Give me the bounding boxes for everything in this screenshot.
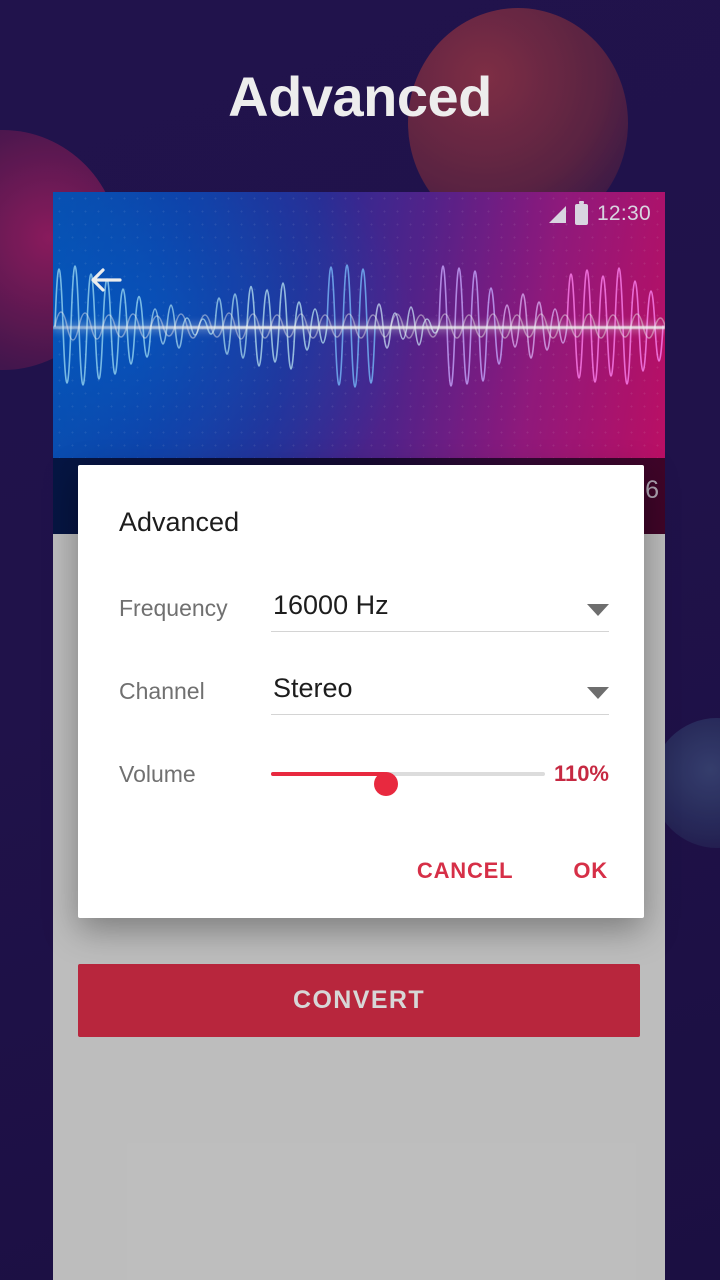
chevron-down-icon bbox=[587, 604, 609, 616]
ok-button[interactable]: OK bbox=[569, 850, 612, 892]
frequency-label: Frequency bbox=[119, 595, 271, 632]
volume-slider-thumb[interactable] bbox=[374, 772, 398, 796]
cancel-button[interactable]: CANCEL bbox=[413, 850, 517, 892]
channel-select[interactable]: Stereo bbox=[271, 673, 609, 715]
volume-slider-track bbox=[271, 772, 545, 776]
dialog-actions: CANCEL OK bbox=[413, 850, 612, 892]
volume-slider-fill bbox=[271, 772, 386, 776]
chevron-down-icon bbox=[587, 687, 609, 699]
frequency-select[interactable]: 16000 Hz bbox=[271, 590, 609, 632]
channel-label: Channel bbox=[119, 678, 271, 715]
advanced-dialog: Advanced Frequency 16000 Hz Channel Ster… bbox=[78, 465, 644, 918]
frequency-value: 16000 Hz bbox=[273, 590, 579, 621]
frequency-field: Frequency 16000 Hz bbox=[119, 590, 609, 632]
dialog-title: Advanced bbox=[119, 507, 239, 538]
channel-field: Channel Stereo bbox=[119, 673, 609, 715]
channel-value: Stereo bbox=[273, 673, 579, 704]
volume-label: Volume bbox=[119, 761, 271, 788]
volume-slider[interactable]: 110% bbox=[271, 757, 609, 791]
volume-value: 110% bbox=[554, 761, 609, 787]
volume-field: Volume 110% bbox=[119, 757, 609, 791]
